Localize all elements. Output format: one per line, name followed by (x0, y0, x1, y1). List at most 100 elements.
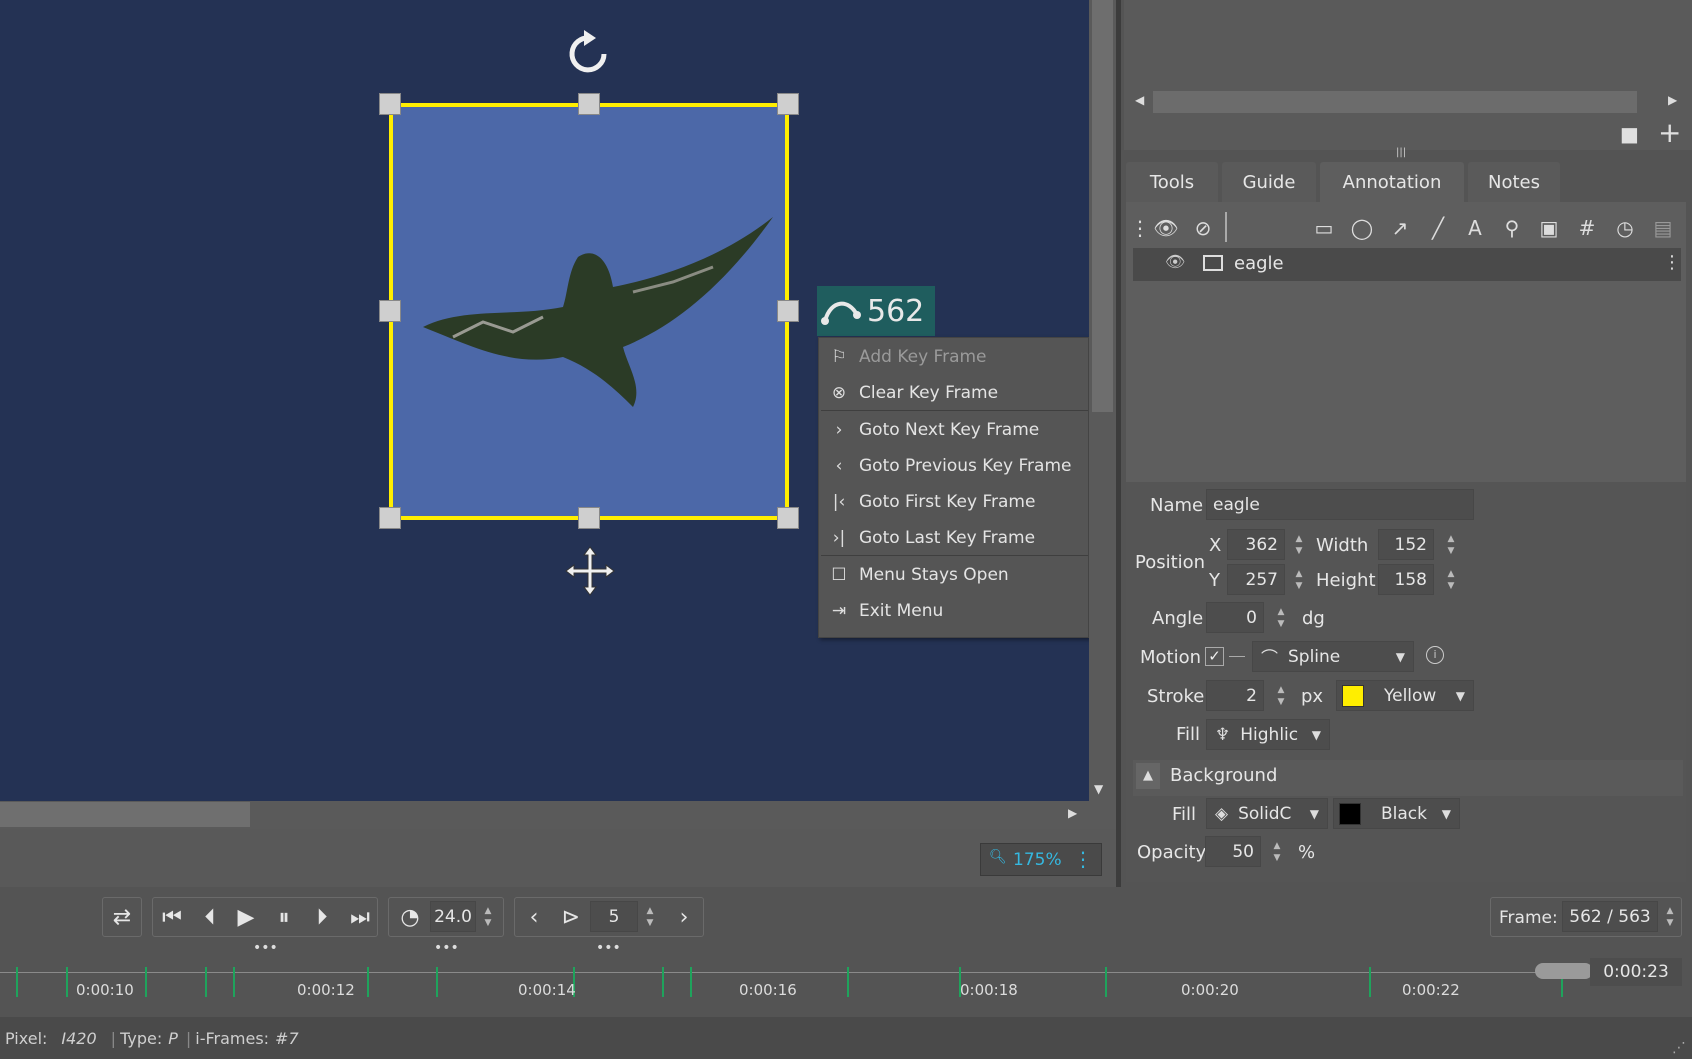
stroke-width-stepper[interactable]: ▲ ▼ (1271, 680, 1291, 711)
opacity-field[interactable]: 50 (1205, 836, 1261, 867)
stroke-color-select[interactable]: Yellow ▼ (1336, 680, 1474, 711)
menu-item-exit-menu[interactable]: ⇥ Exit Menu (819, 594, 1090, 628)
menu-item-label: Exit Menu (859, 601, 944, 621)
frame-stepper[interactable]: ▲ ▼ (1660, 901, 1680, 932)
height-field[interactable]: 158 (1378, 564, 1434, 595)
width-field[interactable]: 152 (1378, 529, 1434, 560)
resize-handle-left[interactable] (379, 300, 401, 322)
menu-item-goto-next-key-frame[interactable]: › Goto Next Key Frame (819, 413, 1090, 447)
fps-stepper[interactable]: ▲ ▼ (478, 901, 498, 932)
scroll-left-arrow-icon[interactable]: ◀ (1135, 93, 1144, 107)
folder-icon[interactable]: ■ (1620, 122, 1639, 146)
step-field[interactable]: 5 (590, 901, 638, 932)
resize-handle-bottom[interactable] (578, 507, 600, 529)
zoom-value: 175% (1013, 849, 1062, 870)
resize-handle-right[interactable] (777, 300, 799, 322)
pause-icon[interactable]: ⏸ (264, 897, 304, 937)
x-field[interactable]: 362 (1227, 529, 1285, 560)
media-browser-scrollbar-thumb[interactable] (1153, 91, 1637, 113)
angle-stepper[interactable]: ▲ ▼ (1271, 602, 1291, 633)
y-field[interactable]: 257 (1227, 564, 1285, 595)
next-step-icon[interactable]: › (664, 897, 704, 937)
collapse-up-icon[interactable]: ▲ (1136, 763, 1160, 789)
eagle-bounding-box[interactable] (389, 103, 789, 520)
skip-to-start-icon[interactable]: ⏮ (152, 897, 192, 937)
tab-tools[interactable]: Tools (1126, 162, 1218, 202)
timeline-playhead-handle[interactable] (1535, 963, 1593, 979)
background-fill-select[interactable]: ◈ SolidC ▼ (1206, 798, 1328, 829)
frame-field[interactable]: 562 / 563 (1562, 901, 1658, 932)
tab-annotation[interactable]: Annotation (1320, 162, 1464, 202)
spline-icon: ⌒ (1261, 649, 1278, 669)
vertical-scrollbar-thumb[interactable] (1092, 0, 1113, 412)
info-icon[interactable]: i (1426, 646, 1444, 664)
tab-notes[interactable]: Notes (1468, 162, 1560, 202)
step-back-icon[interactable]: ⏴ (190, 897, 230, 937)
horizontal-scrollbar-thumb[interactable] (0, 802, 250, 827)
step-forward-icon[interactable]: ⏵ (302, 897, 342, 937)
scroll-right-arrow-icon[interactable]: ▶ (1668, 93, 1677, 107)
fill-select[interactable]: ♆ Highlic ▼ (1206, 719, 1330, 750)
scroll-right-arrow-icon[interactable]: ▶ (1068, 806, 1077, 820)
zoom-control[interactable]: 🔍︎ 175% ⋮ (980, 843, 1102, 876)
menu-item-clear-key-frame[interactable]: ⊗ Clear Key Frame (819, 376, 1090, 410)
resize-handle-top-left[interactable] (379, 93, 401, 115)
menu-item-goto-previous-key-frame[interactable]: ‹ Goto Previous Key Frame (819, 449, 1090, 483)
menu-item-goto-first-key-frame[interactable]: |‹ Goto First Key Frame (819, 485, 1090, 519)
subtitle-tool-icon[interactable]: ▤ (1649, 214, 1677, 242)
menu-item-menu-stays-open[interactable]: ☐ Menu Stays Open (819, 558, 1090, 592)
x-stepper[interactable]: ▲ ▼ (1289, 529, 1309, 560)
resize-grip-icon[interactable]: ⋰ (1672, 1040, 1686, 1056)
height-stepper[interactable]: ▲ ▼ (1441, 564, 1461, 595)
background-color-select[interactable]: Black ▼ (1333, 798, 1460, 829)
fps-field[interactable]: 24.0 (430, 901, 476, 932)
resize-handle-top-right[interactable] (777, 93, 799, 115)
prev-step-icon[interactable]: ‹ (514, 897, 554, 937)
step-stepper[interactable]: ▲ ▼ (640, 901, 660, 932)
splitter-grip-icon[interactable]: ||| (1396, 148, 1420, 158)
play-icon[interactable]: ▶ (226, 897, 266, 937)
more-options-icon[interactable]: ⋮ (1126, 214, 1154, 242)
name-field[interactable]: eagle (1206, 489, 1474, 520)
clock-tool-icon[interactable]: ◷ (1611, 214, 1639, 242)
resize-handle-bottom-left[interactable] (379, 507, 401, 529)
y-stepper[interactable]: ▲ ▼ (1289, 564, 1309, 595)
line-tool-icon[interactable]: ╱ (1424, 214, 1452, 242)
speed-gauge-icon[interactable]: ◔ (390, 897, 430, 937)
opacity-stepper[interactable]: ▲ ▼ (1267, 836, 1287, 867)
rectangle-tool-icon[interactable]: ▭ (1310, 214, 1338, 242)
stamp-tool-icon[interactable]: ⚲ (1498, 214, 1526, 242)
resize-handle-top[interactable] (578, 93, 600, 115)
ellipse-tool-icon[interactable]: ◯ (1348, 214, 1376, 242)
show-all-icon[interactable]: 👁︎ (1152, 214, 1180, 242)
add-icon[interactable]: + (1658, 116, 1681, 149)
angle-field[interactable]: 0 (1206, 602, 1264, 633)
key-frame-badge[interactable]: 562 (817, 286, 935, 336)
stroke-width-field[interactable]: 2 (1206, 680, 1264, 711)
position-label: Position (1135, 552, 1206, 573)
chevron-left-icon: ‹ (835, 456, 843, 476)
menu-item-goto-last-key-frame[interactable]: ›| Goto Last Key Frame (819, 521, 1090, 555)
menu-item-add-key-frame[interactable]: ⚐ Add Key Frame (819, 340, 1090, 374)
loop-icon[interactable]: ⇄ (102, 897, 142, 937)
rotate-icon[interactable] (560, 24, 620, 80)
motion-type-select[interactable]: ⌒ Spline ▼ (1252, 641, 1414, 672)
tab-guide[interactable]: Guide (1222, 162, 1316, 202)
move-icon[interactable] (564, 545, 616, 597)
layer-menu-icon[interactable]: ⋮ (1663, 252, 1681, 273)
grid-tool-icon[interactable]: # (1573, 214, 1601, 242)
resize-handle-bottom-right[interactable] (777, 507, 799, 529)
motion-checkbox[interactable]: ✓ (1205, 647, 1224, 666)
visibility-eye-icon[interactable]: 👁︎ (1165, 252, 1185, 271)
annotation-layer-item[interactable]: 👁︎ eagle ⋮ (1133, 248, 1681, 281)
zoom-menu-icon[interactable]: ⋮ (1073, 847, 1093, 871)
hide-all-icon[interactable]: ⊘ (1189, 214, 1217, 242)
menu-item-label: Add Key Frame (859, 347, 987, 367)
arrow-tool-icon[interactable]: ↗ (1386, 214, 1414, 242)
scroll-down-arrow-icon[interactable]: ▼ (1094, 782, 1103, 796)
image-tool-icon[interactable]: ▣ (1535, 214, 1563, 242)
width-stepper[interactable]: ▲ ▼ (1441, 529, 1461, 560)
skip-to-end-icon[interactable]: ⏭ (340, 897, 380, 937)
step-play-icon[interactable]: ⊳ (551, 897, 591, 937)
text-tool-icon[interactable]: A (1461, 214, 1489, 242)
